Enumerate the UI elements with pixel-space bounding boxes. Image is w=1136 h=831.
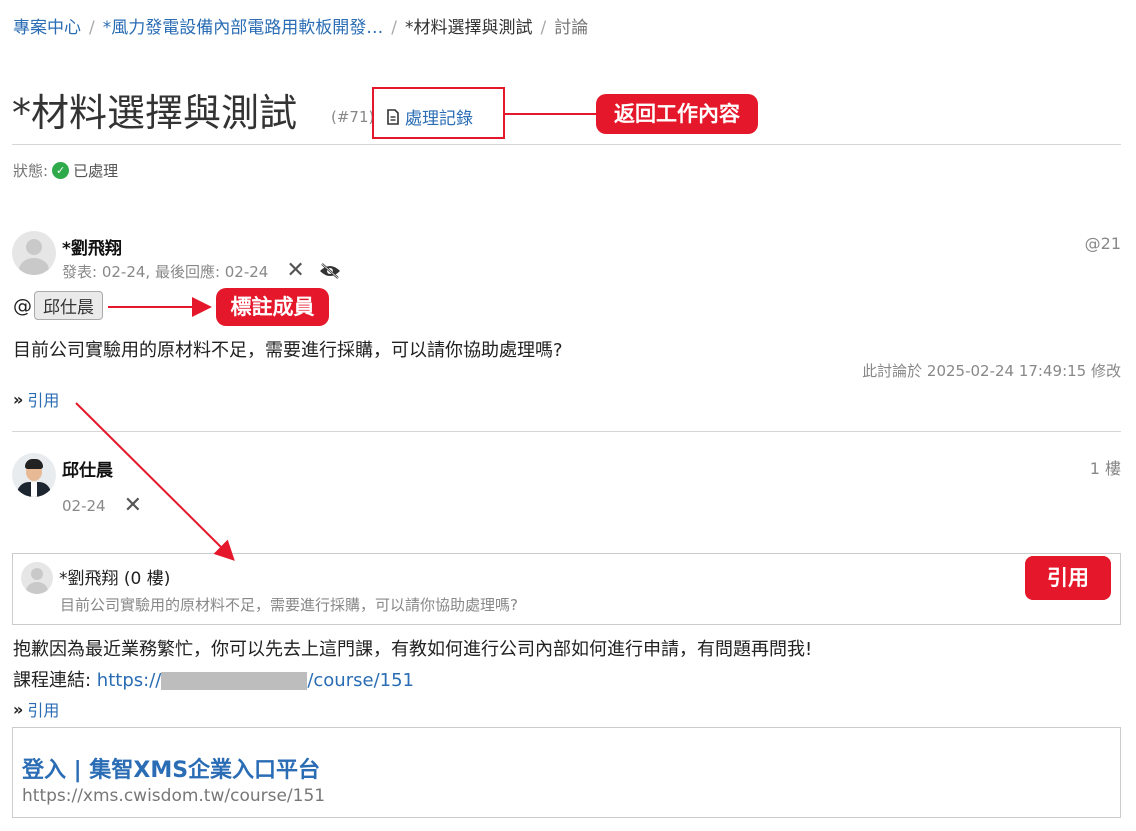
annotation-arrows: [75, 113, 596, 561]
callout-back-to-work: 返回工作內容: [596, 94, 758, 134]
annotation-arrow: [75, 402, 235, 561]
callout-quote: 引用: [1025, 556, 1111, 600]
callout-tag-member: 標註成員: [216, 288, 329, 326]
